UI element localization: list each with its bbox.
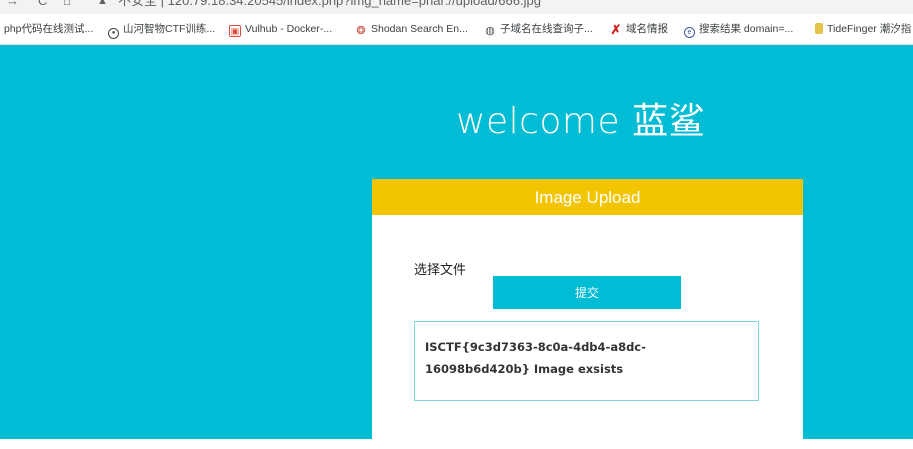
bookmark-label: 域名情报 xyxy=(626,23,668,35)
bookmark-search-results[interactable]: e 搜索结果 domain=... xyxy=(684,22,793,38)
bookmark-label: php代码在线测试... xyxy=(4,23,94,35)
url-text: 120.79.18.34:20545/index.php?img_name=ph… xyxy=(167,0,541,8)
url-field[interactable]: 不安全 | 120.79.18.34:20545/index.php?img_n… xyxy=(118,0,541,8)
bookmark-php[interactable]: php代码在线测试... xyxy=(4,22,93,36)
tide-icon xyxy=(815,23,823,34)
bookmark-vulhub[interactable]: ▣ Vulhub - Docker-... xyxy=(229,22,332,37)
shodan-icon: ❂ xyxy=(356,25,366,37)
bookmark-label: Shodan Search En... xyxy=(371,23,468,35)
globe-icon: ◍ xyxy=(485,25,495,37)
submit-button[interactable]: 提交 xyxy=(493,276,681,309)
result-box: ISCTF{9c3d7363-8c0a-4db4-a8dc-16098b6d42… xyxy=(414,321,759,401)
bookmarks-bar: php代码在线测试... ● 山河智物CTF训练... ▣ Vulhub - Doc… xyxy=(0,14,913,45)
address-bar: → C ⌂ ▲ 不安全 | 120.79.18.34:20545/index.p… xyxy=(0,0,913,14)
security-label: 不安全 xyxy=(118,0,158,8)
e-icon: e xyxy=(684,27,695,38)
page-title: welcome 蓝鲨 xyxy=(456,101,706,142)
bookmark-label: 搜索结果 domain=... xyxy=(699,23,794,35)
bookmark-ctf[interactable]: ● 山河智物CTF训练... xyxy=(108,22,215,39)
back-button[interactable]: → xyxy=(6,0,19,8)
file-input[interactable]: 选择文件 xyxy=(414,259,466,278)
warning-icon[interactable]: ▲ xyxy=(97,0,108,7)
page-body: welcome 蓝鲨 Image Upload 选择文件 提交 ISCTF{9c… xyxy=(0,45,913,449)
bookmark-label: 子域名在线查询子... xyxy=(500,23,593,35)
card-title: Image Upload xyxy=(372,179,803,215)
bookmark-label: TideFinger 潮汐指 xyxy=(827,23,912,35)
upload-card: Image Upload 选择文件 提交 ISCTF{9c3d7363-8c0a… xyxy=(372,179,803,449)
bookmark-domain-intel[interactable]: ✗ 域名情报 xyxy=(610,22,668,36)
reload-button[interactable]: C xyxy=(38,0,47,8)
bookmark-shodan[interactable]: ❂ Shodan Search En... xyxy=(355,22,468,37)
bookmark-label: 山河智物CTF训练... xyxy=(123,23,216,35)
home-button[interactable]: ⌂ xyxy=(63,0,71,8)
bookmark-subdomain[interactable]: ◍ 子域名在线查询子... xyxy=(484,22,593,37)
circle-icon: ● xyxy=(108,28,119,39)
x-icon: ✗ xyxy=(610,22,622,37)
flag-result-text: ISCTF{9c3d7363-8c0a-4db4-a8dc-16098b6d42… xyxy=(425,340,646,376)
bookmark-label: Vulhub - Docker-... xyxy=(245,23,333,35)
bookmark-tidefinger[interactable]: TideFinger 潮汐指 xyxy=(815,22,911,36)
vulhub-icon: ▣ xyxy=(229,25,241,37)
